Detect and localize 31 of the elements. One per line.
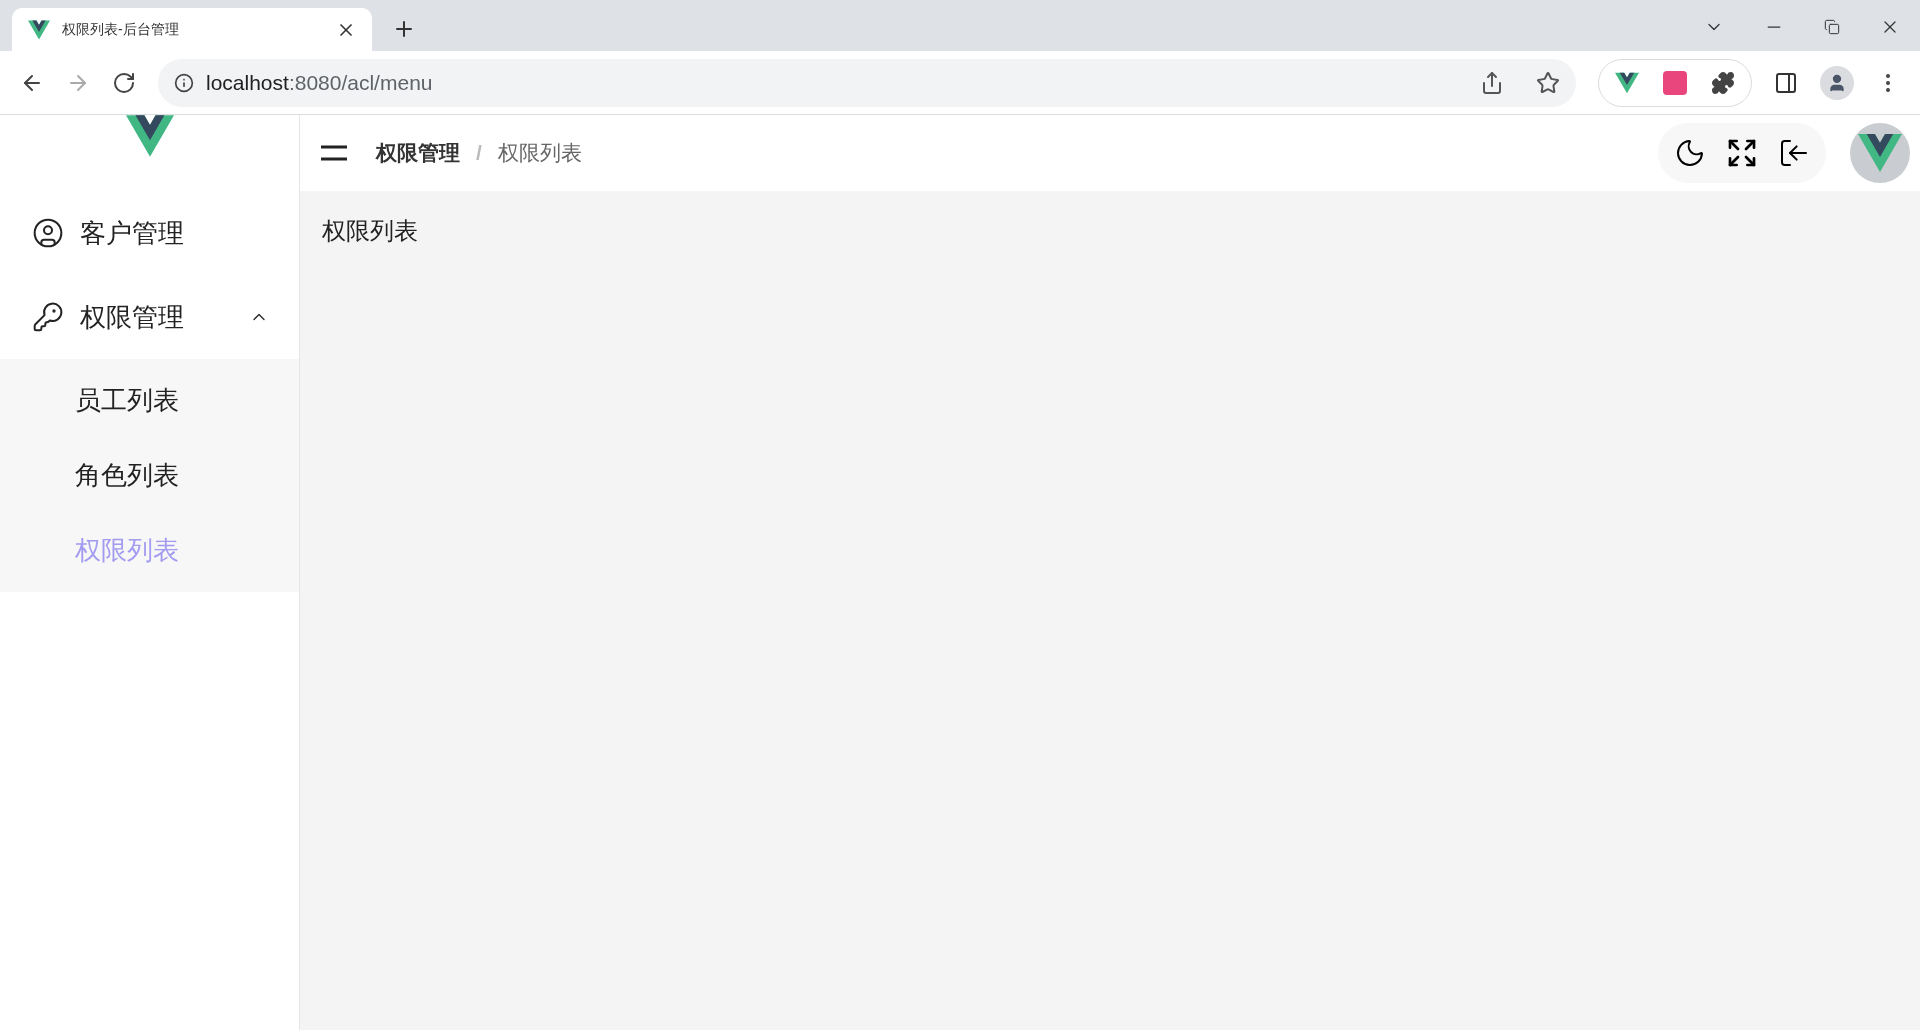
url-text: localhost:8080/acl/menu xyxy=(206,69,434,96)
reload-icon[interactable] xyxy=(112,70,136,95)
avatar-logo-icon xyxy=(1858,133,1902,173)
submenu-item[interactable]: 员工列表 xyxy=(0,363,299,438)
avatar[interactable] xyxy=(1850,123,1910,183)
logo-icon xyxy=(125,115,174,157)
menu-item[interactable]: 权限管理 xyxy=(0,275,299,359)
restore-icon[interactable] xyxy=(1824,19,1840,35)
browser-tab[interactable]: 权限列表-后台管理 xyxy=(12,8,372,51)
address-bar[interactable]: localhost:8080/acl/menu xyxy=(158,58,1576,107)
puzzle-icon[interactable] xyxy=(1711,70,1735,95)
key-icon xyxy=(32,301,64,333)
user-icon xyxy=(32,217,64,249)
side-panel-icon[interactable] xyxy=(1774,70,1798,95)
moon-icon[interactable] xyxy=(1674,137,1706,169)
fullscreen-icon[interactable] xyxy=(1726,137,1758,169)
info-icon[interactable] xyxy=(174,72,194,93)
breadcrumb-item[interactable]: 权限管理 xyxy=(376,137,460,169)
breadcrumb-item: 权限列表 xyxy=(497,140,582,167)
profile-icon[interactable] xyxy=(1820,65,1854,100)
logout-icon[interactable] xyxy=(1778,137,1810,169)
vue-extension-icon xyxy=(1615,71,1639,94)
breadcrumb-separator: / xyxy=(476,140,482,167)
vue-logo-icon xyxy=(28,19,50,40)
share-icon[interactable] xyxy=(1480,70,1504,95)
menu-item[interactable]: 客户管理 xyxy=(0,191,299,275)
menu-icon[interactable] xyxy=(320,145,348,161)
page-title: 权限列表 xyxy=(322,216,419,246)
submenu-item[interactable]: 角色列表 xyxy=(0,438,299,513)
tab-title: 权限列表-后台管理 xyxy=(62,20,180,39)
bookmark-icon[interactable] xyxy=(1536,70,1560,95)
